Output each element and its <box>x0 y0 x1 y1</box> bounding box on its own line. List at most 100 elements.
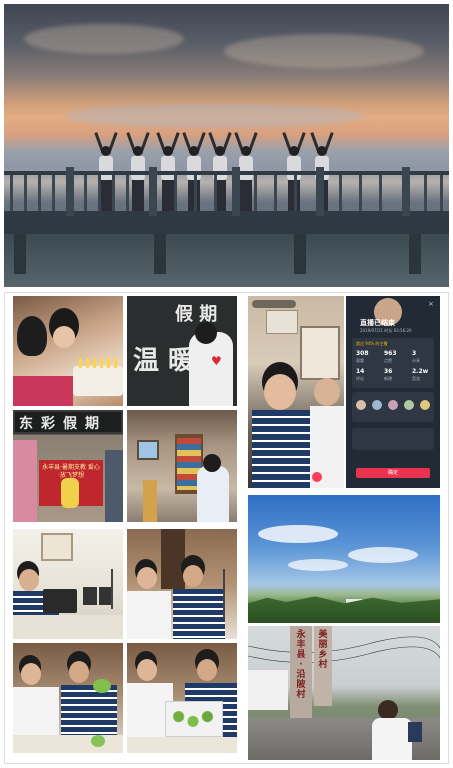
mic-stand <box>111 569 113 609</box>
girl-hair <box>203 454 221 472</box>
building <box>248 670 288 710</box>
bridge-deck <box>4 216 449 234</box>
wall-poster <box>266 310 298 334</box>
photo-students-basket <box>127 643 237 753</box>
student-face <box>197 659 217 681</box>
bookshelf <box>161 529 185 589</box>
student-face <box>69 661 89 683</box>
top-gifters-card <box>352 392 434 422</box>
photo-two-students <box>127 529 237 639</box>
host-info-pill <box>252 300 296 308</box>
bridge-pillar <box>294 234 306 274</box>
photo-classroom-reading <box>127 410 237 522</box>
photo-village-monument: 永丰县·沿陂村 美丽乡村 <box>248 626 440 760</box>
stats-card: 超过 94% 的主播 308 观看 963 点赞 3 分享 14 评论 36 新… <box>352 338 434 388</box>
blackboard-text-bottom: 温 暖 <box>133 346 195 376</box>
handbag <box>408 722 422 742</box>
stats-note: 超过 94% 的主播 <box>356 341 388 346</box>
avatar <box>404 400 414 410</box>
photo-blackboard: 假 期 温 暖 ♥ <box>127 296 237 406</box>
stat-label: 音浪 <box>412 376 420 381</box>
photo-group-banner: 东彩假期 永丰县·暑期支教 爱心·放飞梦想 <box>13 410 123 522</box>
info-card <box>352 428 434 450</box>
bridge-underside <box>4 234 449 287</box>
blackboard-text-top: 假 期 <box>175 304 218 325</box>
child-pink <box>13 440 37 522</box>
green-fruits <box>169 707 217 731</box>
monument-text-left: 永丰县·沿陂村 <box>296 630 306 700</box>
girl-hair <box>195 322 217 344</box>
sunset-bridge-photo <box>4 4 449 287</box>
mic-stand <box>223 569 225 619</box>
cloud <box>348 547 418 563</box>
cloud <box>258 525 338 543</box>
confirm-button[interactable]: 确定 <box>356 468 430 478</box>
student-face <box>137 659 157 681</box>
stat-value: 14 <box>356 368 365 375</box>
streamer-striped-shirt <box>252 410 312 488</box>
photo-stream-setup <box>13 529 123 639</box>
live-ended-title: 直播已结束 <box>360 319 395 327</box>
photo-students-produce <box>13 643 123 753</box>
red-shirt <box>13 376 73 406</box>
live-stream-summary-panel: × 直播已结束 2019/07/21 时长 03:56:20 超过 94% 的主… <box>346 296 440 488</box>
avatar <box>356 400 366 410</box>
student-face <box>19 569 39 591</box>
heart-icon: ♥ <box>211 354 222 368</box>
stat-value: 3 <box>412 350 417 357</box>
child-hair <box>17 316 47 356</box>
photo-village-sky <box>248 495 440 623</box>
table <box>127 737 237 753</box>
cabinet <box>300 326 340 380</box>
cloud <box>24 24 184 54</box>
avatar <box>420 400 430 410</box>
banner-chars: 东彩假期 <box>19 416 107 432</box>
monument-stone-right: 美丽乡村 <box>314 626 332 706</box>
avatar <box>372 400 382 410</box>
cake <box>73 366 123 396</box>
close-icon[interactable]: × <box>428 300 434 308</box>
bridge-railing <box>4 167 449 217</box>
stat-value: 963 <box>384 350 397 357</box>
stat-label: 分享 <box>412 358 420 363</box>
cloud <box>288 559 348 571</box>
gift-icon[interactable] <box>312 472 322 482</box>
cloud <box>224 34 424 68</box>
adult-standing <box>105 450 123 522</box>
girl-white-shirt <box>189 332 233 406</box>
bridge-pillar <box>409 234 421 274</box>
photo-birthday-cake <box>13 296 123 406</box>
stat-label: 观看 <box>356 358 364 363</box>
woman-white-shirt <box>372 718 412 760</box>
stat-label: 评论 <box>356 376 364 381</box>
child-face <box>53 326 75 348</box>
live-ended-subtitle: 2019/07/21 时长 03:56:20 <box>360 328 412 333</box>
stat-value: 308 <box>356 350 369 357</box>
wall-frame <box>41 533 73 561</box>
child-yellow <box>61 478 79 508</box>
student-face <box>183 565 203 587</box>
live-stream-video <box>248 296 344 488</box>
student-striped-shirt <box>173 589 225 639</box>
student-face <box>137 567 157 589</box>
stat-value: 36 <box>384 368 393 375</box>
window <box>137 440 159 460</box>
woman-hair <box>378 700 398 720</box>
chair <box>143 480 157 522</box>
candles <box>79 358 119 368</box>
speaker <box>83 587 97 605</box>
bridge-pillar <box>14 234 26 274</box>
student-face <box>21 663 41 685</box>
table <box>13 615 123 639</box>
table <box>13 735 123 753</box>
avatar <box>388 400 398 410</box>
stat-label: 点赞 <box>384 358 392 363</box>
stat-value: 2.2w <box>412 368 429 375</box>
bridge-pillar <box>154 234 166 274</box>
girl-sitting <box>197 466 229 522</box>
cloud <box>64 104 364 128</box>
treeline <box>248 596 440 623</box>
stat-label: 新增 <box>384 376 392 381</box>
student-white-shirt <box>127 591 171 639</box>
streamer-face <box>264 374 296 410</box>
